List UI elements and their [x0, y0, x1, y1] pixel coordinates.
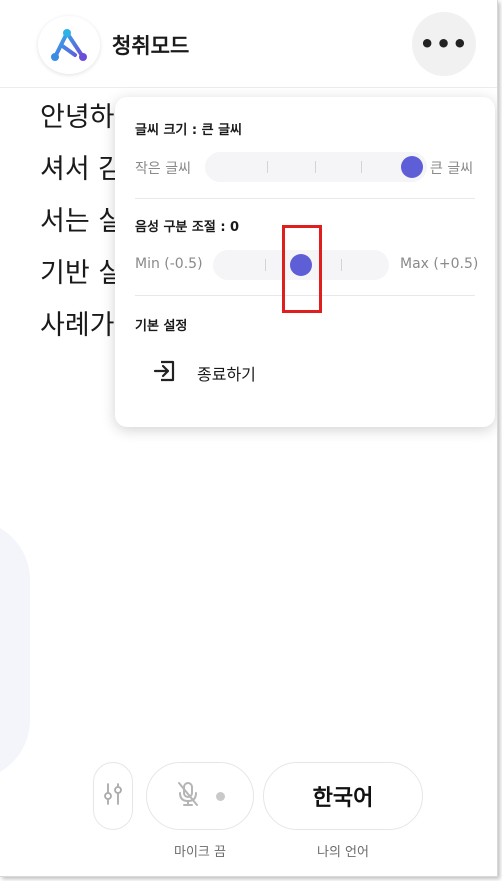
exit-label: 종료하기: [197, 365, 256, 384]
transcript-line: 셔서 감: [40, 154, 120, 185]
voice-separation-max-label: Max (+0.5): [400, 256, 479, 272]
font-size-title: 글씨 크기 : 큰 글씨: [135, 123, 243, 138]
logo-icon: [38, 16, 100, 74]
mic-toggle-button[interactable]: [146, 762, 254, 830]
transcript-line: 기반 실: [40, 258, 120, 289]
slider-tick: [315, 161, 316, 173]
transcript-line: 서는 실: [40, 206, 120, 237]
voice-separation-title: 음성 구분 조절 : 0: [135, 220, 240, 235]
slider-tick: [361, 161, 362, 173]
background-decoration: [0, 520, 30, 780]
highlight-box: [282, 225, 322, 313]
slider-tick: [267, 161, 268, 173]
slider-tick: [341, 259, 342, 271]
my-language-button[interactable]: 한국어: [263, 762, 423, 830]
divider: [135, 198, 475, 199]
mic-off-icon: [176, 780, 200, 812]
transcript-line: 사례가: [40, 310, 115, 341]
more-button[interactable]: •••: [412, 12, 476, 76]
basic-settings-title: 기본 설정: [135, 319, 188, 334]
settings-sliders-icon: [102, 781, 124, 811]
language-caption: 나의 언어: [317, 845, 369, 860]
font-size-max-label: 큰 글씨: [430, 161, 474, 177]
slider-tick: [265, 259, 266, 271]
transcript-line: 안녕하: [40, 102, 115, 133]
font-size-slider[interactable]: [205, 152, 427, 182]
font-size-min-label: 작은 글씨: [135, 161, 191, 177]
more-icon: •••: [419, 30, 469, 58]
exit-icon: [151, 357, 179, 389]
mic-status-dot: [215, 791, 225, 801]
voice-separation-min-label: Min (-0.5): [135, 256, 203, 272]
exit-button[interactable]: 종료하기: [151, 358, 256, 388]
app-title: 청취모드: [112, 34, 190, 58]
app-window: 청취모드 ••• 안녕하 셔서 감 서는 실 기반 실 사례가 글씨 크기 : …: [0, 0, 498, 877]
font-size-slider-thumb[interactable]: [401, 156, 423, 178]
settings-button[interactable]: [93, 762, 133, 830]
mic-caption: 마이크 끔: [174, 845, 226, 860]
header: 청취모드 •••: [0, 0, 497, 88]
transcript: 안녕하 셔서 감 서는 실 기반 실 사례가: [40, 92, 120, 352]
